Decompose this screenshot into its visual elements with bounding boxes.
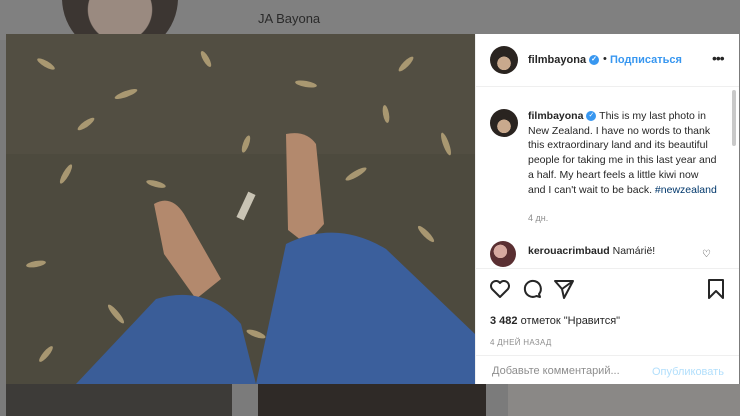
likes-count[interactable]: 3 482 отметок "Нравится" bbox=[490, 315, 620, 327]
commenter-username[interactable]: kerouacrimbaud bbox=[528, 245, 610, 257]
verified-badge-icon: ✓ bbox=[586, 111, 597, 122]
share-send-icon[interactable] bbox=[552, 277, 576, 301]
grid-thumbnail[interactable] bbox=[6, 384, 232, 416]
post-actions: 3 482 отметок "Нравится" 4 ДНЕЙ НАЗАД Оп… bbox=[476, 268, 739, 385]
post-photo[interactable] bbox=[6, 34, 475, 384]
verified-badge-icon: ✓ bbox=[589, 55, 600, 66]
post-modal: filmbayona ✓ • Подписаться ••• filmbayona… bbox=[6, 34, 739, 384]
post-date[interactable]: 4 ДНЕЙ НАЗАД bbox=[490, 338, 552, 347]
separator-dot: • bbox=[603, 53, 607, 65]
caption-author-avatar[interactable] bbox=[490, 109, 518, 137]
commenter-avatar[interactable] bbox=[490, 241, 516, 267]
post-side-panel: filmbayona ✓ • Подписаться ••• filmbayona… bbox=[475, 34, 739, 384]
like-heart-icon[interactable] bbox=[488, 277, 512, 301]
bookmark-save-icon[interactable] bbox=[704, 277, 728, 301]
comment-input[interactable] bbox=[490, 364, 644, 378]
caption-username[interactable]: filmbayona bbox=[528, 110, 583, 122]
post-header: filmbayona ✓ • Подписаться ••• bbox=[476, 34, 739, 87]
author-avatar[interactable] bbox=[490, 46, 518, 74]
grid-thumbnail[interactable] bbox=[508, 384, 740, 416]
author-username[interactable]: filmbayona ✓ bbox=[528, 54, 600, 66]
comment-text: kerouacrimbaud Namárië! bbox=[528, 245, 655, 257]
caption-text: filmbayona ✓ This is my last photo in New… bbox=[528, 109, 718, 197]
more-options-icon[interactable]: ••• bbox=[712, 50, 725, 66]
hashtag-link[interactable]: #newzealand bbox=[655, 184, 717, 196]
profile-name: JA Bayona bbox=[258, 11, 321, 26]
like-comment-heart-icon[interactable]: ♡ bbox=[702, 249, 711, 260]
publish-comment-button[interactable]: Опубликовать bbox=[652, 366, 724, 378]
comment-body: Namárië! bbox=[612, 245, 656, 257]
add-comment-bar: Опубликовать bbox=[476, 355, 739, 386]
caption-timestamp[interactable]: 4 дн. bbox=[528, 213, 548, 223]
follow-button[interactable]: Подписаться bbox=[610, 54, 682, 66]
grid-thumbnail[interactable] bbox=[258, 384, 486, 416]
comment-bubble-icon[interactable] bbox=[520, 277, 544, 301]
comments-list[interactable]: filmbayona ✓ This is my last photo in New… bbox=[476, 87, 731, 267]
comments-scrollbar[interactable] bbox=[732, 90, 736, 146]
